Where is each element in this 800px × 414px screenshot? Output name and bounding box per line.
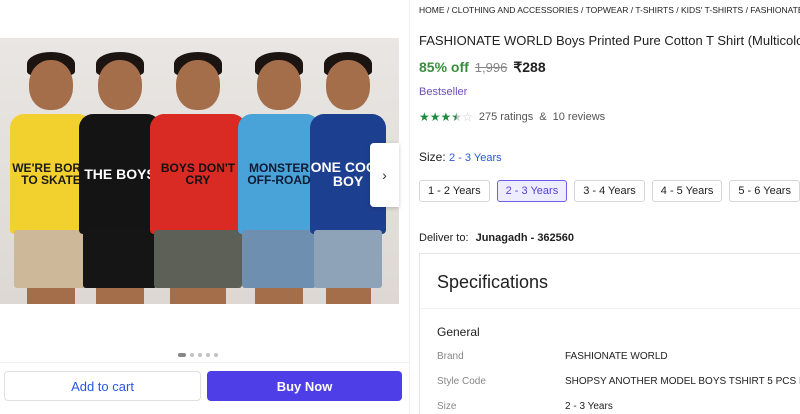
star-full-icon: ★ [429, 110, 441, 124]
ratings-count: 275 ratings [478, 111, 534, 123]
star-half-icon: ★ [451, 110, 463, 124]
star-rating-icon: ★★★★☆ [419, 110, 473, 124]
head [98, 60, 142, 110]
spec-key: Size [437, 401, 457, 412]
spec-value: SHOPSY ANOTHER MODEL BOYS TSHIRT 5 PCS M… [565, 376, 800, 387]
size-label-text: Size: [419, 150, 446, 164]
spec-key: Style Code [437, 376, 486, 387]
next-image-arrow-icon[interactable]: › [370, 143, 399, 207]
star-empty-icon: ☆ [462, 110, 473, 124]
price-row: 85% off 1,996 ₹288 [419, 59, 546, 76]
rating-row[interactable]: ★★★★☆ 275 ratings & 10 reviews [419, 110, 605, 124]
spec-value: 2 - 3 Years [565, 401, 613, 412]
add-to-cart-button[interactable]: Add to cart [4, 371, 201, 401]
legs [255, 288, 303, 304]
size-options: 1 - 2 Years 2 - 3 Years 3 - 4 Years 4 - 5 Y… [419, 180, 800, 202]
product-title: FASHIONATE WORLD Boys Printed Pure Cotto… [419, 33, 800, 48]
specifications-panel: Specifications General Brand FASHIONATE W… [419, 253, 800, 414]
star-full-icon: ★ [440, 110, 452, 124]
head [176, 60, 220, 110]
spec-value: FASHIONATE WORLD [565, 351, 668, 362]
spec-section-general: General [437, 325, 480, 339]
buy-now-button[interactable]: Buy Now [207, 371, 402, 401]
size-option[interactable]: 3 - 4 Years [574, 180, 645, 202]
size-option[interactable]: 5 - 6 Years [729, 180, 800, 202]
size-label: Size: 2 - 3 Years [419, 150, 502, 164]
selected-size: 2 - 3 Years [449, 152, 502, 164]
shorts [154, 230, 242, 288]
product-page: WE'RE BORN TO SKATE THE BOYS BOYS DON'T CR… [0, 0, 800, 414]
image-dot[interactable] [190, 353, 194, 357]
head [257, 60, 301, 110]
legs [96, 288, 144, 304]
image-dot[interactable] [178, 353, 186, 357]
model-kid: BOYS DON'T CRY [148, 44, 248, 304]
specifications-title: Specifications [437, 272, 549, 292]
legs [170, 288, 226, 304]
head [29, 60, 73, 110]
tshirt-print: BOYS DON'T CRY [150, 114, 246, 234]
size-option[interactable]: 2 - 3 Years [496, 180, 568, 202]
size-option[interactable]: 4 - 5 Years [651, 180, 723, 202]
product-details: HOME / CLOTHING AND ACCESSORIES / TOPWEA… [419, 0, 800, 414]
image-dot[interactable] [206, 353, 210, 357]
reviews-count: 10 reviews [552, 111, 606, 123]
mrp-price: 1,996 [474, 60, 508, 75]
spec-key: Brand [437, 351, 464, 362]
image-dot[interactable] [214, 353, 218, 357]
divider [420, 308, 800, 309]
legs [27, 288, 75, 304]
shorts [314, 230, 382, 288]
delivery-location: Junagadh - 362560 [475, 232, 575, 244]
deliver-to-label: Deliver to: [419, 232, 469, 244]
shorts [83, 230, 157, 288]
image-indicator-dots [178, 353, 218, 357]
action-bar: Add to cart Buy Now [0, 362, 410, 414]
product-image[interactable]: WE'RE BORN TO SKATE THE BOYS BOYS DON'T CR… [0, 38, 399, 304]
discount-percent: 85% off [419, 59, 469, 75]
shorts [242, 230, 316, 288]
selling-price: ₹288 [513, 59, 546, 75]
legs [326, 288, 371, 304]
bestseller-badge: Bestseller [419, 86, 468, 98]
size-option[interactable]: 1 - 2 Years [419, 180, 490, 202]
head [326, 60, 370, 110]
ratings-separator: & [539, 111, 547, 123]
product-gallery: WE'RE BORN TO SKATE THE BOYS BOYS DON'T CR… [0, 0, 410, 414]
image-dot[interactable] [198, 353, 202, 357]
delivery-row[interactable]: Deliver to: Junagadh - 362560 [419, 232, 574, 244]
breadcrumb[interactable]: HOME / CLOTHING AND ACCESSORIES / TOPWEA… [419, 5, 800, 15]
star-full-icon: ★ [419, 110, 430, 124]
